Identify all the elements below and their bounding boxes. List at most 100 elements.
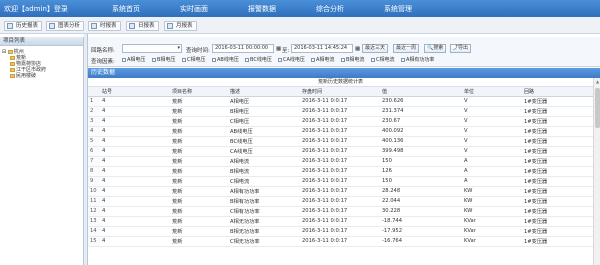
row-number: 14 — [88, 226, 100, 237]
table-scrollbar[interactable]: ▲ — [593, 78, 600, 265]
calendar-icon — [167, 23, 173, 29]
table-cell: C相电压 — [228, 116, 300, 127]
table-row[interactable]: 14 4 荒新 B相无功功率 2016-3-11 0:0:17 -17.952 KVar 1#… — [88, 226, 593, 237]
table-cell: 230.626 — [380, 96, 462, 107]
table-cell: CA线电压 — [228, 146, 300, 157]
table-row[interactable]: 1 4 荒新 A相电压 2016-3-11 0:0:17 230.626 V 1#变压器 — [88, 96, 593, 107]
table-row[interactable]: 7 4 荒新 A相电流 2016-3-11 0:0:17 150 A 1#变压器 — [88, 156, 593, 167]
table-cell: 荒新 — [170, 206, 228, 217]
factor-checkbox[interactable]: C相电流 — [371, 57, 395, 63]
menu-system[interactable]: 系统管理 — [384, 4, 412, 14]
table-cell: 1#变压器 — [522, 116, 593, 127]
table-cell: 1#变压器 — [522, 146, 593, 157]
to-label: 至: — [282, 48, 290, 54]
factor-checkbox[interactable]: B相电压 — [152, 57, 175, 63]
scroll-up-icon[interactable]: ▲ — [595, 79, 600, 84]
expand-icon[interactable]: ⊟ — [2, 49, 6, 55]
menu-home[interactable]: 系统首页 — [112, 4, 140, 14]
scrollbar-thumb[interactable] — [595, 88, 600, 128]
table-cell: KW — [462, 186, 522, 197]
table-row[interactable]: 11 4 荒新 B相有功功率 2016-3-11 0:0:17 22.044 KW 1#变压器 — [88, 196, 593, 207]
table-row[interactable]: 9 4 荒新 C相电流 2016-3-11 0:0:17 150 A 1#变压器 — [88, 176, 593, 187]
table-cell: 150 — [380, 176, 462, 187]
history-grid: 荒新历史数据统计表 站号 项目名称 描述 存盘时间 值 单位 回路 1 4 荒新 A相… — [88, 78, 593, 265]
table-cell: A相电流 — [228, 156, 300, 167]
factor-checkbox[interactable]: BC线电压 — [245, 57, 272, 63]
report-icon — [7, 23, 13, 29]
table-cell: 荒新 — [170, 216, 228, 227]
history-panel-title: 历史数据 — [88, 68, 600, 78]
chart-icon — [49, 23, 55, 29]
history-report-button[interactable]: 历史报表 — [4, 21, 43, 31]
menu-alarm[interactable]: 报警数据 — [248, 4, 276, 14]
column-header[interactable]: 存盘时间 — [300, 87, 380, 97]
table-cell: 荒新 — [170, 166, 228, 177]
table-row[interactable]: 13 4 荒新 A相无功功率 2016-3-11 0:0:17 -18.744 KVar 1#… — [88, 216, 593, 227]
loop-select[interactable]: ▾ — [122, 44, 182, 53]
daily-report-button[interactable]: 日报表 — [126, 21, 159, 31]
last-3-days-button[interactable]: 最近三天 — [362, 44, 389, 53]
table-cell: B相无功功率 — [228, 226, 300, 237]
calendar-icon[interactable]: ▦ — [276, 46, 281, 52]
table-cell: 荒新 — [170, 196, 228, 207]
factor-checkbox[interactable]: A相有功功率 — [401, 57, 434, 63]
table-cell: KVar — [462, 226, 522, 237]
row-number: 4 — [88, 126, 100, 137]
table-row[interactable]: 10 4 荒新 A相有功功率 2016-3-11 0:0:17 28.248 KW 1#变压器 — [88, 186, 593, 197]
table-cell: BC线电压 — [228, 136, 300, 147]
row-number: 7 — [88, 156, 100, 167]
chevron-down-icon: ▾ — [177, 45, 180, 51]
time-label: 查询时间: — [186, 48, 210, 54]
table-cell: 400.092 — [380, 126, 462, 137]
end-time-input[interactable]: 2016-03-11 14:45:24 — [291, 44, 353, 53]
column-header[interactable]: 值 — [380, 87, 462, 97]
calendar-icon — [129, 23, 135, 29]
table-row[interactable]: 12 4 荒新 C相有功功率 2016-3-11 0:0:17 30.228 KW 1#变压器 — [88, 206, 593, 217]
column-header[interactable]: 描述 — [228, 87, 300, 97]
table-cell: 1#变压器 — [522, 226, 593, 237]
table-row[interactable]: 15 4 荒新 C相无功功率 2016-3-11 0:0:17 -16.764 KVar 1#… — [88, 236, 593, 247]
table-cell: 荒新 — [170, 226, 228, 237]
column-header[interactable]: 站号 — [100, 87, 170, 97]
row-number: 6 — [88, 146, 100, 157]
column-header[interactable]: 单位 — [462, 87, 522, 97]
factor-checkbox[interactable]: CA线电压 — [278, 57, 305, 63]
factor-checkbox[interactable]: A相电压 — [122, 57, 145, 63]
table-row[interactable]: 2 4 荒新 B相电压 2016-3-11 0:0:17 231.374 V 1#变压器 — [88, 106, 593, 117]
table-row[interactable]: 4 4 荒新 AB线电压 2016-3-11 0:0:17 400.092 V 1#变压器 — [88, 126, 593, 137]
monthly-report-button[interactable]: 月报表 — [164, 21, 197, 31]
row-number: 5 — [88, 136, 100, 147]
table-cell: 1#变压器 — [522, 196, 593, 207]
table-cell: 4 — [100, 236, 170, 247]
menu-analysis[interactable]: 综合分析 — [316, 4, 344, 14]
clock-icon — [91, 23, 97, 29]
column-header[interactable]: 回路 — [522, 87, 593, 97]
table-cell: -16.764 — [380, 236, 462, 247]
start-time-input[interactable]: 2016-03-11 00:00:00 — [212, 44, 274, 53]
table-cell: 4 — [100, 176, 170, 187]
search-button[interactable]: 🔍搜索 — [424, 44, 447, 53]
factor-checkbox[interactable]: B相电流 — [341, 57, 364, 63]
table-cell: 荒新 — [170, 106, 228, 117]
factor-checkbox[interactable]: C相电压 — [182, 57, 206, 63]
chart-analysis-button[interactable]: 图表分析 — [46, 21, 85, 31]
table-row[interactable]: 8 4 荒新 B相电流 2016-3-11 0:0:17 126 A 1#变压器 — [88, 166, 593, 177]
table-cell: V — [462, 96, 522, 107]
last-week-button[interactable]: 最近一周 — [393, 44, 420, 53]
table-row[interactable]: 3 4 荒新 C相电压 2016-3-11 0:0:17 230.67 V 1#变压器 — [88, 116, 593, 127]
table-row[interactable]: 6 4 荒新 CA线电压 2016-3-11 0:0:17 399.498 V 1#变压器 — [88, 146, 593, 157]
column-header[interactable]: 项目名称 — [170, 87, 228, 97]
factor-checkbox[interactable]: A相电流 — [311, 57, 334, 63]
export-button[interactable]: ⤴导出 — [450, 44, 472, 53]
factor-checkbox[interactable]: AB线电压 — [212, 57, 239, 63]
tree-node-civil[interactable]: 民用楼破 — [2, 73, 82, 79]
table-cell: C相有功功率 — [228, 206, 300, 217]
factors-label: 查询因素: — [91, 59, 115, 65]
menu-realtime[interactable]: 实时画面 — [180, 4, 208, 14]
hourly-report-button[interactable]: 时报表 — [88, 21, 121, 31]
calendar-icon[interactable]: ▦ — [355, 46, 360, 52]
table-cell: 1#变压器 — [522, 206, 593, 217]
row-number: 10 — [88, 186, 100, 197]
table-row[interactable]: 5 4 荒新 BC线电压 2016-3-11 0:0:17 400.136 V 1#变压器 — [88, 136, 593, 147]
loop-label: 回路名称: — [91, 48, 115, 54]
